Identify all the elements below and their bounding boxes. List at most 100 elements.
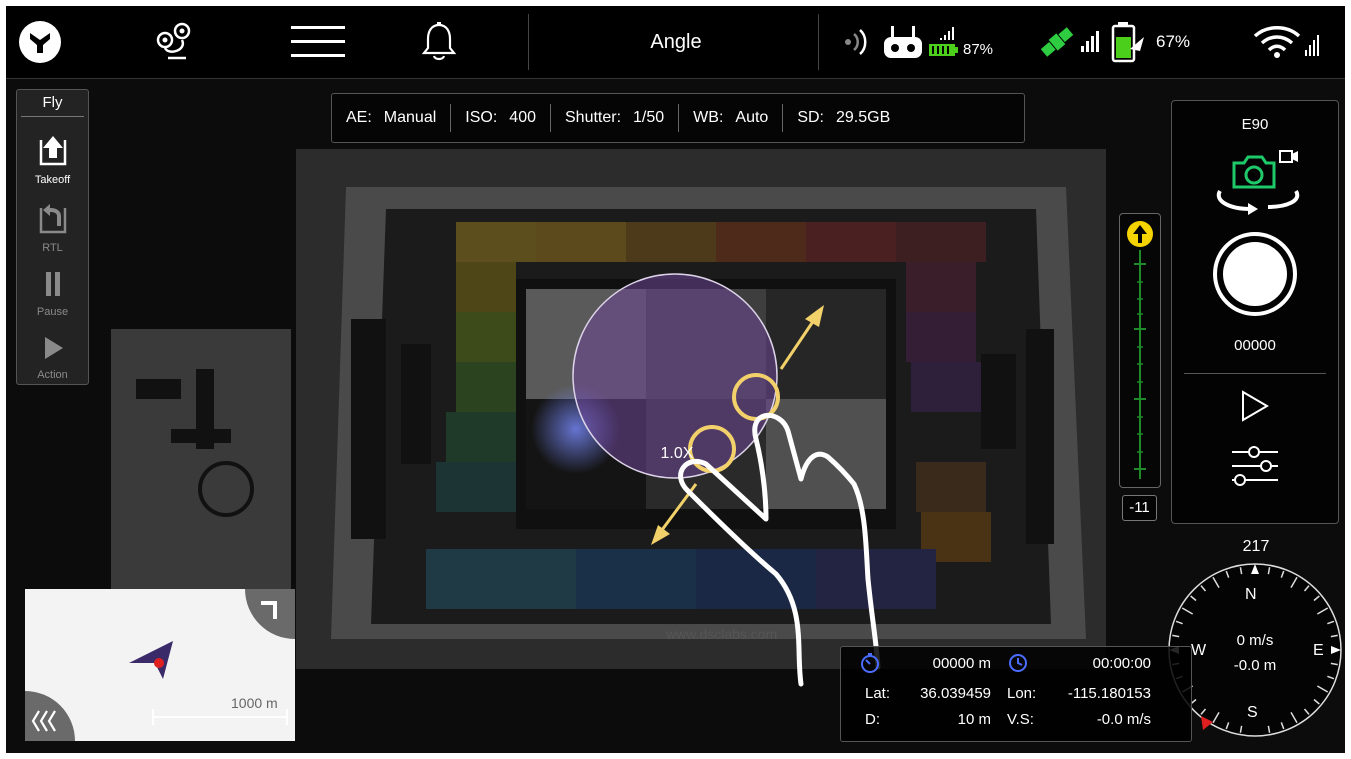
relative-height: -0.0 m <box>1233 657 1277 674</box>
camera-control-panel: E90 00000 <box>1171 100 1339 524</box>
wifi-icon <box>1253 26 1319 58</box>
arrow-down-left-icon <box>651 525 670 545</box>
app-logo-icon <box>19 21 61 63</box>
video-camera-icon <box>1279 150 1298 163</box>
camera-model: E90 <box>1241 116 1269 133</box>
panel-divider <box>1184 373 1326 374</box>
home-distance: 00000 m <box>932 655 991 672</box>
top-status-bar: Angle 87% 67% <box>6 6 1345 79</box>
app-screen: www.dsclabs.com 1.0X Angle 87% 67% AE: M… <box>6 6 1345 753</box>
lat-label: Lat: <box>865 685 891 702</box>
app-logo-button[interactable] <box>12 6 68 78</box>
gps-status[interactable] <box>1034 6 1104 78</box>
wb-value: Auto <box>735 109 769 126</box>
remote-controller-status[interactable]: 87% <box>882 6 1012 78</box>
home-point-icon <box>154 658 164 668</box>
iso-label: ISO: <box>465 109 498 126</box>
fly-control-panel: Fly Takeoff RTL Pause Action <box>16 89 89 385</box>
sd-label: SD: <box>797 109 824 126</box>
signal-waves-icon <box>845 29 867 55</box>
longitude: -115.180153 <box>1067 685 1151 702</box>
rotate-arrow-icon <box>1216 189 1251 211</box>
rtl-button[interactable]: RTL <box>17 202 88 254</box>
minimap-canvas <box>25 589 295 741</box>
pause-label: Pause <box>36 306 69 318</box>
map-pins-icon <box>156 22 191 60</box>
distance-value: 10 m <box>957 711 991 728</box>
heading-value: 217 <box>1242 538 1270 555</box>
takeoff-label: Takeoff <box>34 174 71 186</box>
compass-south: S <box>1247 704 1258 721</box>
battery-icon <box>1111 22 1144 63</box>
shutter-setting[interactable]: Shutter: 1/50 <box>551 104 680 132</box>
top-separator <box>528 14 529 70</box>
main-menu-button[interactable] <box>286 6 350 78</box>
wb-setting[interactable]: WB: Auto <box>679 104 784 132</box>
zoom-level: 1.0X <box>660 445 694 462</box>
clock-icon <box>1009 654 1027 672</box>
compass-north: N <box>1245 586 1257 603</box>
altitude-gauge <box>1119 213 1161 488</box>
latitude: 36.039459 <box>920 685 991 702</box>
playback-button[interactable] <box>1239 389 1271 428</box>
notifications-button[interactable] <box>414 6 464 78</box>
menu-icon <box>291 26 345 57</box>
play-icon <box>1242 390 1269 422</box>
sd-storage: SD: 29.5GB <box>783 104 904 132</box>
pause-icon <box>45 272 60 296</box>
top-separator <box>818 14 819 70</box>
flight-mode-selector[interactable]: Angle <box>606 6 746 78</box>
camera-settings-bar[interactable]: AE: Manual ISO: 400 Shutter: 1/50 WB: Auto S… <box>331 93 1025 143</box>
switch-camera-mode-button[interactable] <box>1210 145 1306 217</box>
aircraft-battery-percent: 67% <box>1156 32 1191 51</box>
compass-east: E <box>1313 642 1324 659</box>
signal-waves-indicator[interactable] <box>832 6 876 78</box>
telemetry-panel: 00000 m 00:00:00 Lat: 36.039459 Lon: -11… <box>840 646 1192 742</box>
sd-value: 29.5GB <box>835 109 891 126</box>
play-action-icon <box>44 337 63 359</box>
camera-settings-button[interactable] <box>1228 443 1282 494</box>
return-home-icon <box>39 204 66 234</box>
iso-value: 400 <box>509 109 536 126</box>
record-circle-icon <box>1213 232 1297 316</box>
compass-widget: N S E W 0 m/s -0.0 m <box>1167 562 1343 738</box>
ae-setting[interactable]: AE: Manual <box>332 104 452 132</box>
pause-button[interactable]: Pause <box>17 268 88 318</box>
map-scale-label: 1000 m <box>231 695 278 711</box>
rc-battery-percent: 87% <box>963 40 994 58</box>
gps-satellite-icon <box>1040 27 1099 57</box>
bell-icon <box>421 22 457 61</box>
wb-label: WB: <box>693 109 724 126</box>
takeoff-button[interactable]: Takeoff <box>17 134 88 186</box>
fly-panel-title: Fly <box>21 90 84 117</box>
flight-mode-title: Angle <box>650 30 702 53</box>
camera-icon <box>1232 155 1276 189</box>
iso-setting[interactable]: ISO: 400 <box>451 104 551 132</box>
ae-value: Manual <box>383 109 437 126</box>
altitude-value: -11 <box>1122 495 1157 521</box>
rc-battery-icon <box>929 27 958 56</box>
shutter-label: Shutter: <box>565 109 622 126</box>
remote-controller-icon <box>884 26 922 58</box>
lon-label: Lon: <box>1007 685 1037 702</box>
arrow-up-right-icon <box>805 305 824 327</box>
aircraft-battery-status[interactable]: 67% <box>1110 6 1210 78</box>
minimap[interactable]: 1000 m <box>25 589 295 741</box>
action-button[interactable]: Action <box>17 333 88 381</box>
flight-time: 00:00:00 <box>1092 655 1151 672</box>
map-waypoints-button[interactable] <box>144 6 204 78</box>
shutter-value: 1/50 <box>633 109 665 126</box>
ae-label: AE: <box>346 109 372 126</box>
wifi-status[interactable] <box>1242 6 1332 78</box>
takeoff-icon <box>39 136 66 166</box>
shutter-button[interactable] <box>1212 231 1298 317</box>
distance-timer-icon <box>861 653 879 673</box>
capture-counter: 00000 <box>1234 337 1276 354</box>
vs-label: V.S: <box>1007 711 1034 728</box>
vertical-speed: -0.0 m/s <box>1096 711 1151 728</box>
ground-speed: 0 m/s <box>1236 632 1274 649</box>
compass-west: W <box>1191 642 1207 659</box>
sliders-settings-icon <box>1232 446 1278 486</box>
rtl-label: RTL <box>42 242 63 254</box>
action-label: Action <box>37 369 68 381</box>
